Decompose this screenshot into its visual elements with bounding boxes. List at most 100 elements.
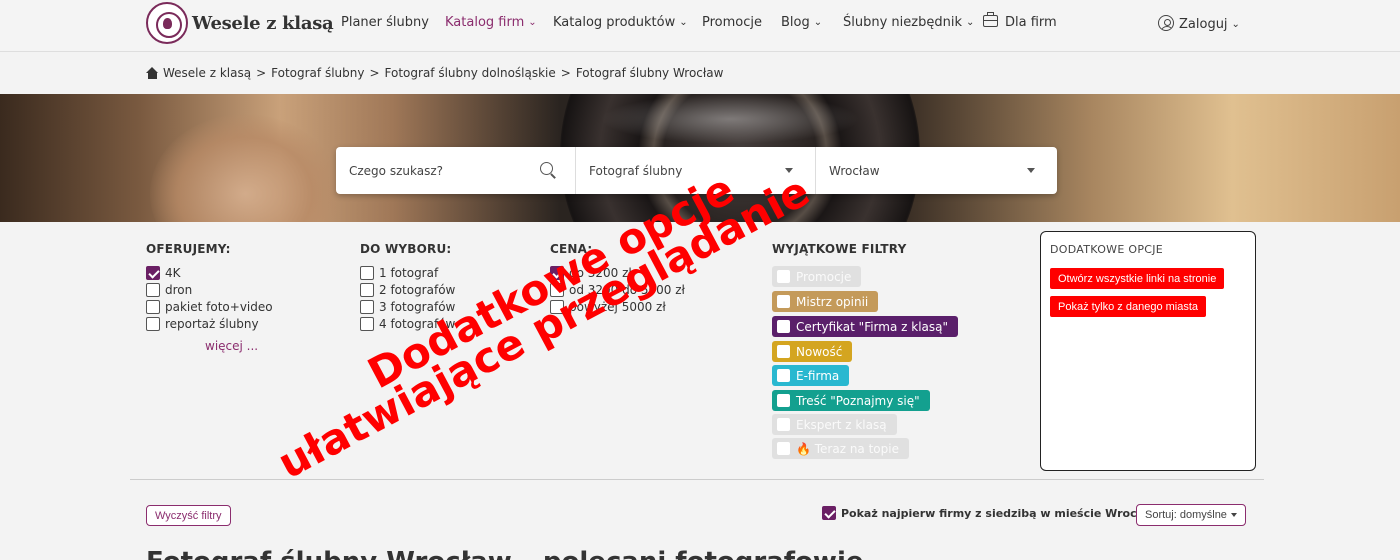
chevron-down-icon: ⌄ <box>813 17 823 28</box>
filter-option-label: 4 fotografów <box>379 317 456 331</box>
nav-for-firms[interactable]: Dla firm <box>983 12 1057 30</box>
open-all-links-button[interactable]: Otwórz wszystkie linki na stronie <box>1050 268 1225 289</box>
extra-options-panel: DODATKOWE OPCJE Otwórz wszystkie linki n… <box>1040 231 1256 471</box>
filter-option-pakiet[interactable]: pakiet foto+video <box>146 299 273 315</box>
more-options-link[interactable]: więcej ... <box>205 339 258 353</box>
nav-catalog-products[interactable]: Katalog produktów ⌄ <box>553 15 688 30</box>
breadcrumb-item[interactable]: Fotograf ślubny <box>271 66 364 80</box>
special-filter-e-firma[interactable]: E-firma <box>772 365 850 386</box>
special-filter-label: Promocje <box>796 269 852 284</box>
site-logo[interactable]: Wesele z klasą <box>146 2 334 44</box>
filter-option-label: od 3200 do 5000 zł <box>569 283 685 297</box>
special-filter-poznajmy-sie[interactable]: Treść "Poznajmy się" <box>772 390 930 411</box>
checkbox[interactable] <box>777 418 790 431</box>
checkbox[interactable] <box>777 345 790 358</box>
checkbox[interactable] <box>360 317 374 331</box>
chevron-down-icon: ⌄ <box>679 17 688 28</box>
checkbox[interactable] <box>777 394 790 407</box>
login-button[interactable]: Zaloguj ⌄ <box>1158 15 1240 32</box>
hero-image-flare <box>600 94 860 144</box>
checkbox[interactable] <box>360 266 374 280</box>
chevron-down-icon: ⌄ <box>528 17 537 28</box>
special-filter-ekspert[interactable]: Ekspert z klasą <box>772 414 897 435</box>
checkbox[interactable] <box>777 270 790 283</box>
breadcrumb-separator: > <box>369 66 380 80</box>
filter-option-label: pakiet foto+video <box>165 300 273 314</box>
filter-option-label: dron <box>165 283 193 297</box>
checkbox[interactable] <box>146 283 160 297</box>
filter-option-4-photographers[interactable]: 4 fotografów <box>360 316 455 332</box>
filter-option-reportaz[interactable]: reportaż ślubny <box>146 316 259 332</box>
filter-price-mid[interactable]: od 3200 do 5000 zł <box>550 282 685 298</box>
clear-filters-button[interactable]: Wyczyść filtry <box>146 505 231 526</box>
search-bar: Czego szukasz? Fotograf ślubny Wrocław <box>336 147 1057 194</box>
filter-option-dron[interactable]: dron <box>146 282 192 298</box>
breadcrumb-item[interactable]: Wesele z klasą <box>163 66 251 80</box>
checkbox[interactable] <box>360 283 374 297</box>
nav-catalog-firms-label: Katalog firm <box>445 15 525 30</box>
breadcrumb: Wesele z klasą > Fotograf ślubny > Fotog… <box>146 66 723 80</box>
city-select[interactable]: Wrocław <box>816 147 1057 194</box>
extra-options-title: DODATKOWE OPCJE <box>1050 243 1164 256</box>
special-filter-mistrz-opinii[interactable]: Mistrz opinii <box>772 291 879 312</box>
filter-price-high[interactable]: powyżej 5000 zł <box>550 299 666 315</box>
special-filter-label: Certyfikat "Firma z klasą" <box>796 319 949 334</box>
checkbox[interactable] <box>550 266 564 280</box>
nav-promotions[interactable]: Promocje <box>702 15 762 30</box>
nav-blog[interactable]: Blog ⌄ <box>781 15 822 30</box>
filter-option-1-photographer[interactable]: 1 fotograf <box>360 265 438 281</box>
caret-down-icon <box>1230 513 1237 517</box>
special-filter-teraz-na-topie[interactable]: 🔥 Teraz na topie <box>772 438 909 459</box>
filter-option-label: powyżej 5000 zł <box>569 300 666 314</box>
checkbox[interactable] <box>550 300 564 314</box>
filter-price-low[interactable]: do 3200 zł <box>550 265 632 281</box>
checkbox[interactable] <box>550 283 564 297</box>
filter-option-4k[interactable]: 4K <box>146 265 181 281</box>
category-value: Fotograf ślubny <box>589 163 683 178</box>
user-icon <box>1158 15 1174 31</box>
filter-option-3-photographers[interactable]: 3 fotografów <box>360 299 455 315</box>
special-filter-label: E-firma <box>796 368 840 383</box>
nav-essentials[interactable]: Ślubny niezbędnik ⌄ <box>843 15 974 30</box>
nav-blog-label: Blog <box>781 15 810 30</box>
nav-catalog-firms[interactable]: Katalog firm ⌄ <box>445 15 537 30</box>
search-icon[interactable] <box>540 162 553 175</box>
filter-option-2-photographers[interactable]: 2 fotografów <box>360 282 455 298</box>
checkbox[interactable] <box>777 369 790 382</box>
search-input[interactable]: Czego szukasz? <box>336 147 576 194</box>
briefcase-icon <box>983 12 998 27</box>
checkbox[interactable] <box>777 442 790 455</box>
checkbox[interactable] <box>777 320 790 333</box>
breadcrumb-separator: > <box>560 66 571 80</box>
caret-down-icon <box>785 168 793 173</box>
logo-icon <box>146 2 188 44</box>
category-select[interactable]: Fotograf ślubny <box>576 147 816 194</box>
show-first-local-toggle[interactable]: Pokaż najpierw firmy z siedzibą w mieści… <box>822 505 1158 521</box>
checkbox[interactable] <box>146 300 160 314</box>
sort-dropdown[interactable]: Sortuj: domyślne <box>1136 504 1246 526</box>
nav-planner[interactable]: Planer ślubny <box>341 15 429 30</box>
filter-price-title: CENA: <box>550 242 593 256</box>
breadcrumb-item[interactable]: Fotograf ślubny dolnośląskie <box>385 66 556 80</box>
sort-label: Sortuj: domyślne <box>1145 509 1227 521</box>
special-filter-label: Nowość <box>796 344 843 359</box>
checkbox[interactable] <box>146 317 160 331</box>
search-placeholder: Czego szukasz? <box>349 163 444 178</box>
checkbox[interactable] <box>360 300 374 314</box>
special-filter-certyfikat[interactable]: Certyfikat "Firma z klasą" <box>772 316 959 337</box>
city-value: Wrocław <box>829 163 880 178</box>
checkbox[interactable] <box>146 266 160 280</box>
special-filter-nowosc[interactable]: Nowość <box>772 341 853 362</box>
caret-down-icon <box>1027 168 1035 173</box>
only-city-button[interactable]: Pokaż tylko z danego miasta <box>1050 296 1207 317</box>
home-icon[interactable] <box>146 67 159 79</box>
checkbox[interactable] <box>822 506 836 520</box>
chevron-down-icon: ⌄ <box>965 17 975 28</box>
filter-option-label: 4K <box>165 266 181 280</box>
filter-choice-title: DO WYBORU: <box>360 242 452 256</box>
special-filter-promocje[interactable]: Promocje <box>772 266 862 287</box>
filter-option-label: do 3200 zł <box>569 266 632 280</box>
filter-option-label: 3 fotografów <box>379 300 456 314</box>
logo-text: Wesele z klasą <box>192 12 334 34</box>
checkbox[interactable] <box>777 295 790 308</box>
